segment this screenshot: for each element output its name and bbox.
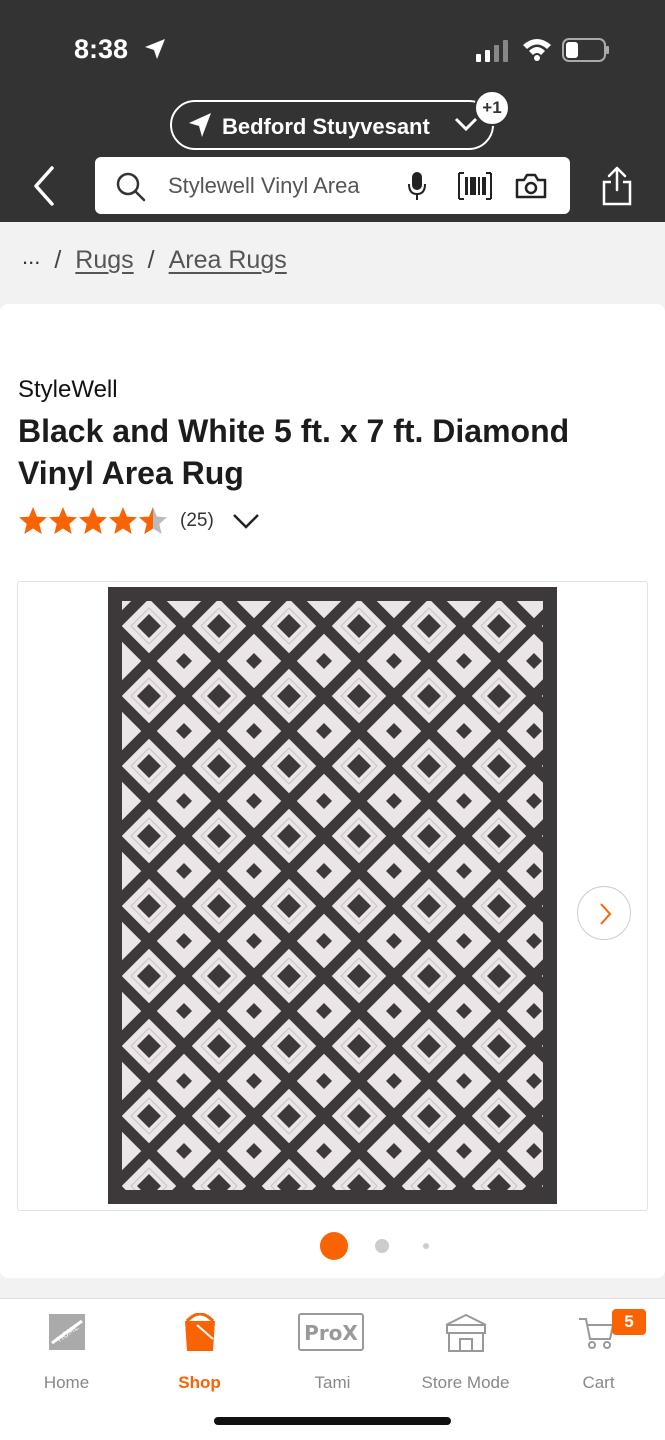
microphone-icon[interactable]: [408, 170, 426, 202]
diamond-pattern: [122, 601, 543, 1190]
prox-icon: ProX: [298, 1313, 364, 1351]
share-icon[interactable]: [601, 166, 633, 206]
chevron-right-icon: [600, 903, 612, 925]
barcode-scan-icon[interactable]: [457, 171, 493, 201]
cart-icon: [579, 1318, 615, 1349]
store-location-selector[interactable]: Bedford Stuyvesant: [170, 100, 494, 150]
carousel-dot-active[interactable]: [320, 1232, 348, 1260]
location-arrow-icon: [189, 113, 211, 137]
status-time: 8:38: [74, 34, 129, 64]
battery-icon: [562, 38, 609, 62]
cellular-signal-icon: [476, 40, 508, 62]
location-services-icon: [145, 39, 165, 59]
product-brand[interactable]: StyleWell: [18, 376, 118, 404]
camera-icon[interactable]: [515, 173, 547, 199]
location-count-badge: +1: [474, 90, 510, 126]
nav-label-shop: Shop: [178, 1373, 221, 1392]
nav-prox[interactable]: ProX Tami: [266, 1311, 399, 1392]
breadcrumb-ellipsis[interactable]: ...: [22, 244, 40, 270]
wifi-icon: [523, 39, 551, 61]
carousel-dot[interactable]: [423, 1243, 429, 1249]
rug-pattern: [122, 601, 543, 1190]
carousel-dot[interactable]: [375, 1239, 389, 1253]
search-query-text: Stylewell Vinyl Area: [168, 173, 360, 198]
breadcrumb-separator: /: [54, 246, 62, 274]
nav-label-tami: Tami: [314, 1373, 351, 1392]
chevron-down-icon: [454, 117, 478, 132]
breadcrumb-link-rugs[interactable]: Rugs: [75, 246, 133, 275]
nav-label-home: Home: [43, 1373, 90, 1392]
breadcrumb-link-area-rugs[interactable]: Area Rugs: [169, 246, 287, 275]
svg-text:ProX: ProX: [304, 1321, 358, 1345]
carousel-pagination: [0, 1232, 665, 1262]
nav-store-mode[interactable]: Store Mode: [399, 1311, 532, 1392]
nav-label-cart: Cart: [582, 1373, 615, 1392]
search-icon: [116, 172, 146, 202]
product-image-carousel[interactable]: [17, 581, 648, 1211]
breadcrumb: ... / Rugs / Area Rugs: [22, 244, 287, 275]
store-icon: [445, 1313, 487, 1352]
star-rating-icon: [19, 507, 167, 534]
cart-count-badge: 5: [612, 1309, 646, 1335]
product-card: StyleWell Black and White 5 ft. x 7 ft. …: [0, 304, 665, 1278]
store-location-name: Bedford Stuyvesant: [222, 114, 430, 139]
carousel-next-button[interactable]: [577, 886, 631, 940]
shop-bucket-icon: [185, 1313, 215, 1351]
home-depot-logo-icon: HOME: [49, 1314, 85, 1350]
product-rating[interactable]: (25): [18, 506, 260, 536]
nav-home[interactable]: HOME Home: [0, 1311, 133, 1392]
back-arrow-icon[interactable]: [28, 164, 64, 208]
nav-shop[interactable]: Shop: [133, 1311, 266, 1392]
product-title: Black and White 5 ft. x 7 ft. Diamond Vi…: [18, 413, 570, 491]
chevron-down-icon[interactable]: [232, 512, 260, 530]
review-count[interactable]: (25): [180, 510, 214, 532]
search-input[interactable]: Stylewell Vinyl Area: [95, 157, 570, 214]
product-image-rug: [108, 587, 557, 1204]
app-header: 8:38 Bedford Stuyvesant +1 Stylewell Vin…: [0, 0, 665, 222]
home-indicator[interactable]: [214, 1417, 451, 1425]
nav-label-store-mode: Store Mode: [421, 1373, 510, 1392]
breadcrumb-separator: /: [147, 246, 155, 274]
